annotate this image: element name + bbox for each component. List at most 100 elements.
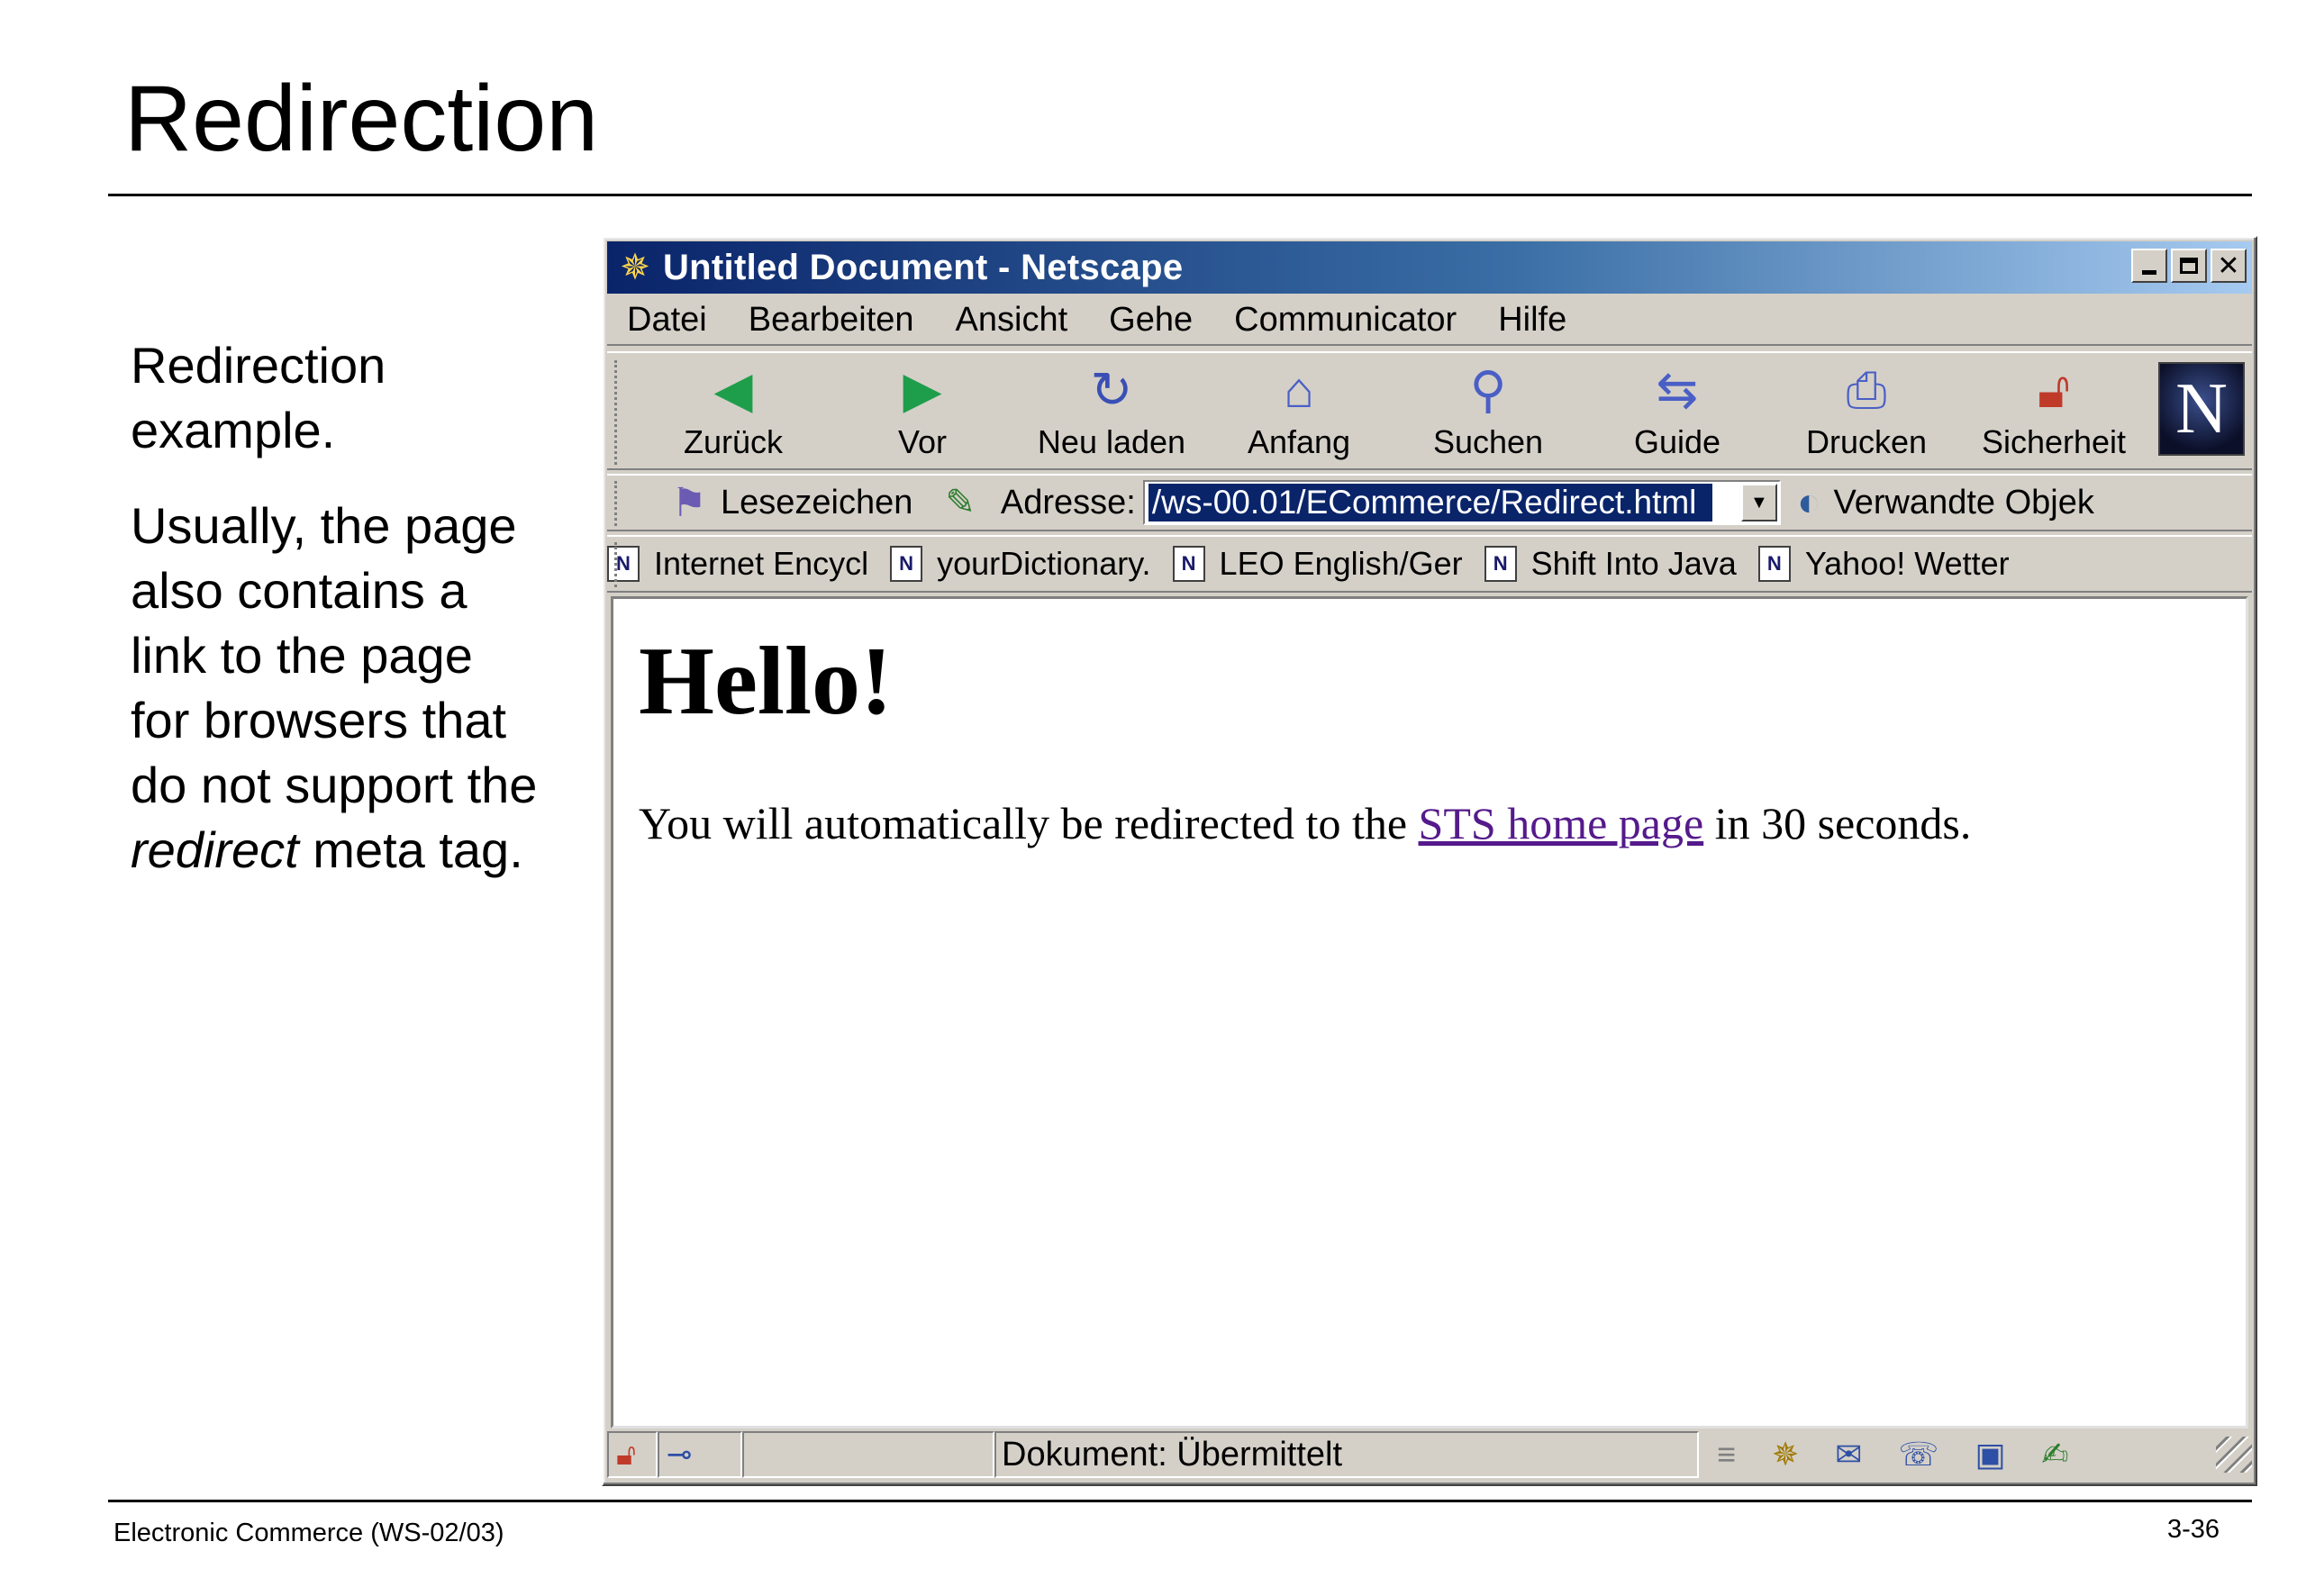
bookmark-page-icon: N: [1757, 546, 1791, 582]
resize-grip-icon[interactable]: [2216, 1437, 2252, 1473]
home-label: Anfang: [1247, 423, 1351, 460]
bookmark-page-icon: N: [890, 546, 923, 582]
newsgroups-icon[interactable]: ☏: [1898, 1436, 1938, 1474]
close-button[interactable]: ✕: [2211, 249, 2247, 283]
maximize-button[interactable]: [2171, 249, 2207, 283]
status-text-cell: Dokument: Übermittelt: [994, 1431, 1699, 1478]
toolbar-grip[interactable]: [614, 360, 627, 465]
forward-button[interactable]: ▶ Vor: [832, 360, 1012, 467]
sts-home-link[interactable]: STS home page: [1419, 798, 1704, 848]
back-label: Zurück: [683, 423, 784, 460]
footer-divider: [108, 1500, 2252, 1502]
maximize-icon: [2180, 258, 2198, 274]
page-text-start: You will automatically be redirected to …: [639, 798, 1419, 848]
chevron-down-icon: ▼: [1749, 492, 1768, 512]
bookmark-item[interactable]: N Internet Encycl: [607, 545, 868, 583]
plug-icon: ⊸: [667, 1437, 693, 1472]
minimize-icon: [2142, 269, 2156, 275]
guide-icon: ⇆: [1656, 361, 1699, 418]
bookmark-item[interactable]: N Shift Into Java: [1484, 545, 1737, 583]
location-grip[interactable]: [614, 481, 627, 526]
location-toolbar: ⚑ Lesezeichen ✎ Adresse: /ws-00.01/EComm…: [607, 474, 2252, 531]
page-text: You will automatically be redirected to …: [639, 797, 1971, 849]
window-titlebar[interactable]: ✵ Untitled Document - Netscape ✕: [607, 241, 2252, 294]
menu-gehe[interactable]: Gehe: [1109, 301, 1193, 340]
paragraph-2-start: Usually, the page also contains a link t…: [131, 497, 538, 813]
page-heading: Hello!: [639, 628, 893, 735]
page-text-end: in 30 seconds.: [1703, 798, 1972, 848]
print-label: Drucken: [1805, 423, 1928, 460]
paragraph-2-end: meta tag.: [298, 821, 523, 878]
address-label: Adresse:: [1000, 483, 1136, 521]
personal-toolbar-grip[interactable]: [614, 542, 627, 587]
address-dropdown-button[interactable]: ▼: [1740, 484, 1777, 521]
netscape-window: ✵ Untitled Document - Netscape ✕ Datei B…: [602, 236, 2257, 1486]
menu-bearbeiten[interactable]: Bearbeiten: [749, 301, 914, 340]
footer-page-number: 3-36: [2166, 1515, 2220, 1544]
menu-bar: Datei Bearbeiten Ansicht Gehe Communicat…: [607, 295, 2252, 346]
status-bar: 🔓︎ ⊸ Dokument: Übermittelt ≡ ✵ ✉ ☏ ▣ ✍: [607, 1428, 2252, 1481]
padlock-icon: 🔓︎: [616, 1437, 637, 1472]
print-icon: ⎙: [1846, 361, 1887, 418]
progress-cell: [742, 1431, 994, 1478]
title-divider: [108, 194, 2252, 196]
reload-label: Neu laden: [1037, 423, 1186, 460]
reload-button[interactable]: ↻ Neu laden: [1021, 360, 1202, 467]
bookmark-label: Shift Into Java: [1530, 545, 1737, 582]
reload-icon: ↻: [1090, 361, 1133, 418]
menu-ansicht[interactable]: Ansicht: [956, 301, 1068, 340]
home-button[interactable]: ⌂ Anfang: [1209, 360, 1389, 467]
bookmark-label: Internet Encycl: [654, 545, 869, 582]
slide-paragraph-1: Redirection example.: [131, 337, 386, 458]
tray-grip-icon: ≡: [1717, 1436, 1737, 1473]
security-label: Sicherheit: [1981, 423, 2127, 460]
bookmark-item[interactable]: NyourDictionary.: [890, 545, 1151, 583]
component-tray: ≡ ✵ ✉ ☏ ▣ ✍: [1699, 1431, 2185, 1478]
minimize-button[interactable]: [2131, 249, 2167, 283]
page-viewport[interactable]: Hello! You will automatically be redirec…: [611, 596, 2248, 1428]
address-input[interactable]: /ws-00.01/ECommerce/Redirect.html ▼: [1142, 480, 1781, 525]
navigation-toolbar: ◀ Zurück ▶ Vor ↻ Neu laden ⌂ Anfang ⚲ Su…: [607, 351, 2252, 470]
related-objects-button[interactable]: Verwandte Objek: [1833, 484, 2103, 522]
search-label: Suchen: [1432, 423, 1544, 460]
close-icon: ✕: [2217, 250, 2240, 281]
bookmarks-button[interactable]: Lesezeichen: [721, 484, 912, 522]
related-icon[interactable]: ◐: [1797, 480, 1821, 525]
bookmark-label: LEO English/Ger: [1219, 545, 1463, 582]
composer-icon[interactable]: ✍: [2041, 1436, 2068, 1474]
address-book-icon[interactable]: ▣: [1975, 1436, 2005, 1474]
navigator-icon[interactable]: ✵: [1772, 1436, 1799, 1474]
print-button[interactable]: ⎙ Drucken: [1776, 360, 1956, 467]
slide-title: Redirection: [124, 67, 599, 171]
menu-hilfe[interactable]: Hilfe: [1498, 301, 1566, 340]
bookmarks-icon[interactable]: ⚑: [665, 480, 713, 526]
bookmark-page-icon: N: [1484, 546, 1517, 582]
netscape-logo[interactable]: N: [2158, 362, 2245, 456]
lock-icon: 🔓︎: [2037, 361, 2071, 418]
back-arrow-icon: ◀: [713, 361, 753, 418]
security-status[interactable]: 🔓︎: [607, 1431, 658, 1478]
status-text: Dokument: Übermittelt: [1002, 1435, 1343, 1474]
mail-icon[interactable]: ✉: [1835, 1436, 1862, 1474]
search-icon: ⚲: [1469, 361, 1507, 418]
search-button[interactable]: ⚲ Suchen: [1398, 360, 1578, 467]
bookmark-item[interactable]: N LEO English/Ger: [1172, 545, 1463, 583]
guide-label: Guide: [1633, 423, 1721, 460]
bookmark-label: Yahoo! Wetter: [1804, 545, 2010, 582]
menu-communicator[interactable]: Communicator: [1234, 301, 1457, 340]
back-button[interactable]: ◀ Zurück: [643, 360, 823, 467]
menu-datei[interactable]: Datei: [627, 301, 707, 340]
window-controls: ✕: [2131, 249, 2247, 283]
page-proxy-icon[interactable]: ✎: [945, 482, 976, 523]
bookmark-page-icon: N: [1172, 546, 1205, 582]
personal-toolbar: N Internet Encycl NyourDictionary. N LEO E…: [607, 535, 2252, 593]
bookmark-label: yourDictionary.: [937, 545, 1151, 582]
connection-status[interactable]: ⊸: [658, 1431, 742, 1478]
address-value[interactable]: /ws-00.01/ECommerce/Redirect.html: [1148, 484, 1712, 521]
window-title: Untitled Document - Netscape: [663, 247, 1184, 287]
slide-body: Redirection example. Usually, the page a…: [131, 333, 545, 913]
guide-button[interactable]: ⇆ Guide: [1587, 360, 1767, 467]
forward-arrow-icon: ▶: [903, 361, 942, 418]
security-button[interactable]: 🔓︎ Sicherheit: [1964, 360, 2144, 467]
bookmark-item[interactable]: N Yahoo! Wetter: [1757, 545, 2010, 583]
